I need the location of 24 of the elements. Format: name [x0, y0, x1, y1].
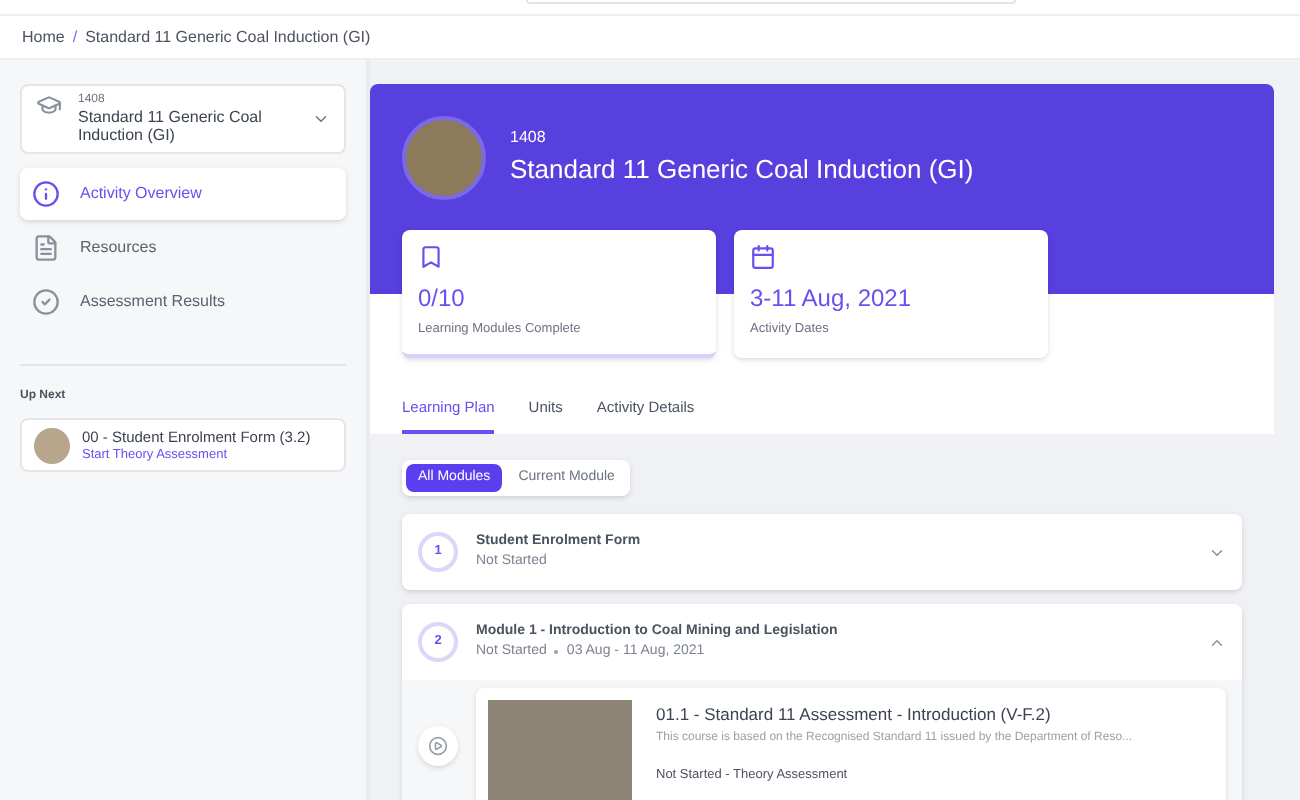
calendar-icon	[750, 244, 776, 270]
sidebar-item[interactable]: Assessment Results	[20, 276, 346, 328]
document-icon	[32, 234, 60, 262]
lesson-title: 01.1 - Standard 11 Assessment - Introduction (V-F.2)	[656, 704, 1053, 725]
course-title: Standard 11 Generic Coal Induction (GI)	[510, 152, 974, 189]
check-circle-icon	[32, 288, 60, 316]
play-icon	[428, 736, 448, 757]
photo-placeholder	[488, 700, 632, 800]
separator-icon: /	[72, 25, 78, 49]
course-code: 1408	[510, 126, 548, 151]
sidebar-item[interactable]: Resources	[20, 222, 346, 274]
stat-value: 3-11 Aug, 2021	[750, 282, 914, 316]
breadcrumb-link[interactable]: Home	[22, 25, 65, 49]
sidebar-item[interactable]: Activity Overview	[20, 168, 346, 220]
caret-icon	[312, 110, 330, 128]
graduation-cap-icon	[36, 92, 62, 118]
bookmark-icon	[418, 244, 444, 270]
stat-value: 0/10	[418, 282, 467, 316]
course-title: Standard 11 Generic Coal Induction (GI)	[78, 108, 264, 144]
photo-placeholder	[402, 116, 486, 200]
info-icon	[32, 180, 60, 208]
breadcrumb-link[interactable]: Standard 11 Generic Coal Induction (GI)	[85, 25, 371, 49]
photo-placeholder	[34, 427, 70, 463]
play-button[interactable]	[418, 726, 458, 767]
